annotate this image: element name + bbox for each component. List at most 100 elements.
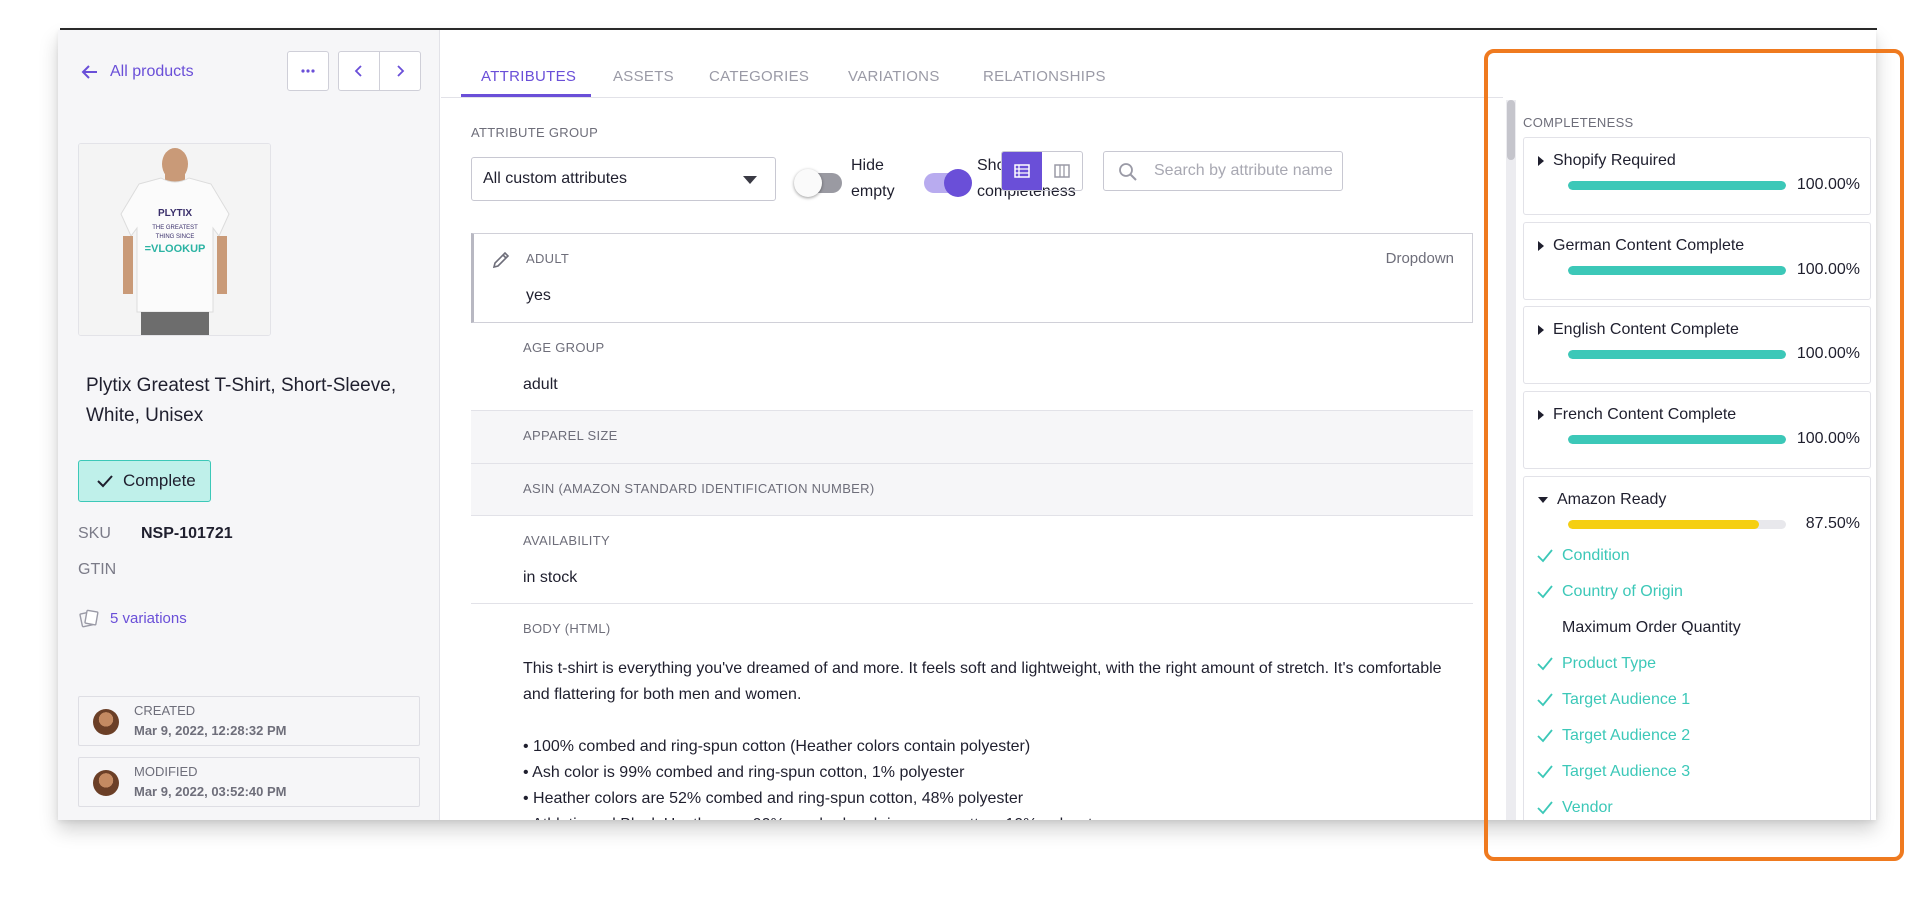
check-icon — [97, 475, 113, 488]
body-line: • 100% combed and ring-spun cotton (Heat… — [523, 738, 1031, 755]
hide-empty-label: Hide empty — [851, 153, 895, 205]
svg-text:PLYTIX: PLYTIX — [158, 208, 192, 219]
previous-product-button[interactable] — [338, 51, 380, 91]
attribute-group-select[interactable]: All custom attributes — [471, 157, 776, 201]
toggle-knob — [794, 169, 822, 197]
group-name: German Content Complete — [1553, 237, 1745, 254]
product-thumbnail[interactable]: PLYTIX THE GREATEST THING SINCE =VLOOKUP — [78, 143, 271, 336]
svg-text:THING SINCE: THING SINCE — [156, 234, 195, 240]
attribute-value: in stock — [523, 569, 578, 586]
requirement-item-missing[interactable]: Maximum Order Quantity — [1536, 619, 1741, 637]
body-line: This t-shirt is everything you've dreame… — [523, 660, 1442, 703]
created-info: CREATED Mar 9, 2022, 12:28:32 PM — [78, 696, 420, 746]
created-value: Mar 9, 2022, 12:28:32 PM — [134, 723, 287, 738]
hide-empty-toggle[interactable] — [794, 169, 842, 197]
modified-value: Mar 9, 2022, 03:52:40 PM — [134, 784, 287, 799]
completeness-title: COMPLETENESS — [1523, 115, 1634, 130]
more-options-button[interactable] — [287, 51, 329, 91]
requirement-item[interactable]: Target Audience 1 — [1536, 691, 1690, 709]
tab-assets[interactable]: ASSETS — [613, 68, 674, 85]
group-name: Shopify Required — [1553, 152, 1676, 169]
ellipsis-icon — [301, 69, 315, 73]
attribute-row-adult[interactable]: ADULT Dropdown yes — [471, 233, 1473, 323]
requirement-label: Maximum Order Quantity — [1562, 619, 1741, 636]
requirement-item[interactable]: Target Audience 2 — [1536, 727, 1690, 745]
group-toggle[interactable]: English Content Complete — [1538, 321, 1739, 339]
status-badge-label: Complete — [123, 471, 196, 490]
check-icon — [1537, 657, 1553, 671]
back-to-products-link[interactable]: All products — [80, 62, 194, 82]
progress-bar — [1568, 266, 1786, 275]
completeness-group-shopify: Shopify Required 100.00% — [1523, 137, 1871, 215]
caret-right-icon — [1538, 156, 1544, 166]
sku-label: SKU — [78, 525, 111, 542]
attribute-row-availability[interactable]: AVAILABILITY in stock — [471, 516, 1473, 604]
attribute-search — [1103, 151, 1343, 191]
group-toggle[interactable]: Shopify Required — [1538, 152, 1676, 170]
tshirt-photo: PLYTIX THE GREATEST THING SINCE =VLOOKUP — [79, 144, 270, 335]
requirement-item[interactable]: Condition — [1536, 547, 1630, 565]
variations-label: 5 variations — [110, 609, 187, 627]
group-toggle[interactable]: Amazon Ready — [1538, 491, 1666, 509]
tab-relationships[interactable]: RELATIONSHIPS — [983, 68, 1106, 85]
group-percent: 100.00% — [1796, 430, 1860, 447]
next-product-button[interactable] — [379, 51, 421, 91]
modified-info: MODIFIED Mar 9, 2022, 03:52:40 PM — [78, 757, 420, 807]
progress-bar — [1568, 435, 1786, 444]
attribute-row-asin[interactable]: ASIN (AMAZON STANDARD IDENTIFICATION NUM… — [471, 464, 1473, 516]
progress-bar — [1568, 520, 1786, 529]
attribute-value: adult — [523, 376, 558, 393]
progress-fill — [1568, 350, 1786, 359]
attributes-panel: ATTRIBUTES ASSETS CATEGORIES VARIATIONS … — [441, 30, 1503, 820]
attribute-row-age-group[interactable]: AGE GROUP adult — [471, 323, 1473, 411]
attribute-row-apparel-size[interactable]: APPAREL SIZE — [471, 411, 1473, 464]
attribute-type: Dropdown — [1385, 250, 1454, 267]
requirement-label: Target Audience 1 — [1562, 691, 1691, 708]
list-view-icon — [1014, 164, 1030, 178]
requirement-item[interactable]: Target Audience 3 — [1536, 763, 1690, 781]
scrollbar[interactable] — [1506, 100, 1516, 820]
attribute-name: APPAREL SIZE — [523, 428, 618, 443]
check-icon — [1537, 765, 1553, 779]
gtin-label: GTIN — [78, 561, 117, 578]
tab-attributes[interactable]: ATTRIBUTES — [481, 68, 576, 85]
requirement-item[interactable]: Country of Origin — [1536, 583, 1683, 601]
progress-fill — [1568, 520, 1759, 529]
completeness-group-english: English Content Complete 100.00% — [1523, 306, 1871, 384]
body-line: • Athletic and Black Heather are 90% com… — [523, 812, 1453, 820]
group-percent: 100.00% — [1796, 261, 1860, 278]
list-view-button[interactable] — [1002, 152, 1042, 190]
progress-bar — [1568, 181, 1786, 190]
caret-right-icon — [1538, 325, 1544, 335]
column-view-button[interactable] — [1042, 152, 1082, 190]
attribute-name: ADULT — [526, 251, 570, 266]
group-percent: 87.50% — [1805, 515, 1860, 532]
group-name: French Content Complete — [1553, 406, 1737, 423]
body-html-text: This t-shirt is everything you've dreame… — [523, 656, 1453, 820]
arrow-left-icon — [81, 65, 97, 79]
product-sidebar: All products PLYTIX THE GREATEST THING S… — [58, 30, 440, 820]
search-input[interactable] — [1154, 160, 1334, 182]
attribute-name: BODY (HTML) — [523, 621, 611, 636]
requirement-item[interactable]: Product Type — [1536, 655, 1656, 673]
progress-fill — [1568, 266, 1786, 275]
show-completeness-toggle[interactable] — [924, 169, 972, 197]
requirement-label: Target Audience 3 — [1562, 763, 1691, 780]
scrollbar-thumb[interactable] — [1507, 100, 1515, 160]
attribute-value: yes — [526, 287, 551, 304]
requirement-item[interactable]: Vendor — [1536, 799, 1613, 817]
attribute-name: ASIN (AMAZON STANDARD IDENTIFICATION NUM… — [523, 481, 875, 496]
progress-fill — [1568, 435, 1786, 444]
columns-icon — [1054, 164, 1070, 178]
variations-link[interactable]: 5 variations — [78, 607, 187, 629]
group-toggle[interactable]: French Content Complete — [1538, 406, 1736, 424]
attribute-group-label: ATTRIBUTE GROUP — [471, 125, 599, 140]
pencil-icon[interactable] — [490, 249, 512, 271]
tab-variations[interactable]: VARIATIONS — [848, 68, 940, 85]
avatar — [93, 709, 119, 735]
group-toggle[interactable]: German Content Complete — [1538, 237, 1744, 255]
tab-bar: ATTRIBUTES ASSETS CATEGORIES VARIATIONS … — [441, 30, 1503, 98]
view-mode-switch — [1001, 151, 1083, 191]
tab-categories[interactable]: CATEGORIES — [709, 68, 809, 85]
attribute-row-body-html[interactable]: BODY (HTML) This t-shirt is everything y… — [471, 604, 1473, 820]
